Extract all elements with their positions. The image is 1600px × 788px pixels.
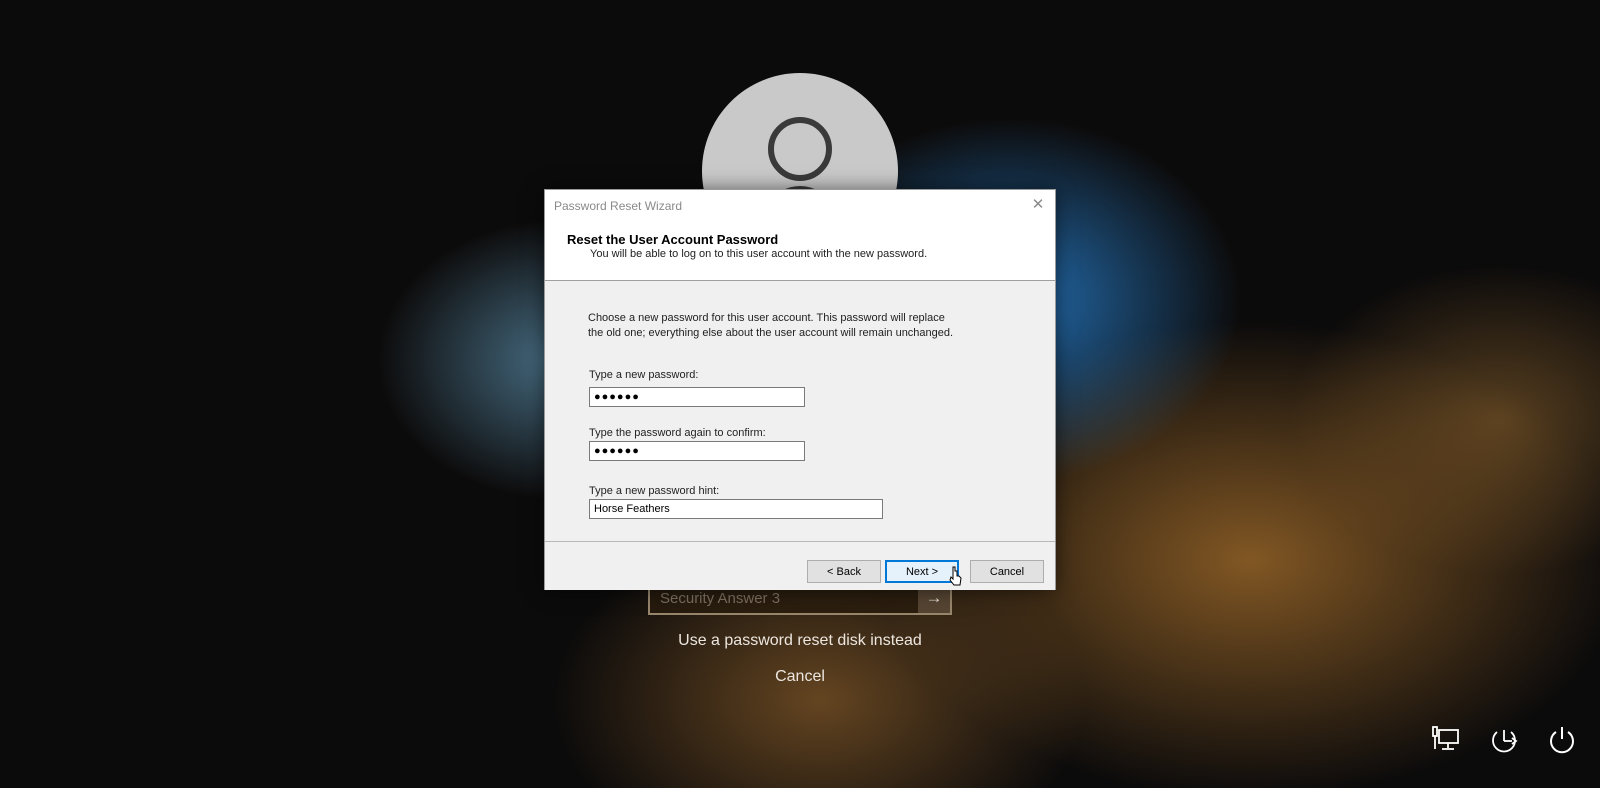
intro-line-2: the old one; everything else about the u…: [588, 327, 954, 339]
password-reset-wizard-dialog: Password Reset Wizard ✕ Reset the User A…: [544, 189, 1056, 590]
dialog-title: Password Reset Wizard: [554, 199, 683, 213]
dialog-body: Choose a new password for this user acco…: [545, 281, 1055, 539]
dialog-footer: < Back Next > Cancel: [545, 541, 1055, 590]
confirm-password-label: Type the password again to confirm:: [589, 427, 766, 439]
intro-text: Choose a new password for this user acco…: [588, 311, 988, 341]
ease-of-access-icon[interactable]: [1488, 724, 1520, 756]
power-icon[interactable]: [1546, 724, 1578, 756]
security-answer-placeholder: Security Answer 3: [660, 589, 781, 607]
new-password-label: Type a new password:: [589, 369, 699, 381]
dialog-header: Reset the User Account Password You will…: [545, 218, 1055, 281]
confirm-password-field[interactable]: ●●●●●●: [589, 441, 805, 461]
lockscreen-cancel-link[interactable]: Cancel: [0, 668, 1600, 686]
new-password-field[interactable]: ●●●●●●: [589, 387, 805, 407]
close-icon[interactable]: ✕: [1021, 190, 1055, 218]
password-hint-field[interactable]: Horse Feathers: [589, 499, 883, 519]
cancel-button[interactable]: Cancel: [970, 560, 1044, 583]
network-icon[interactable]: [1430, 724, 1462, 756]
dialog-heading: Reset the User Account Password: [567, 232, 779, 247]
system-tray: [1430, 724, 1578, 756]
mouse-cursor-icon: [949, 566, 962, 586]
back-button[interactable]: < Back: [807, 560, 881, 583]
dialog-subheading: You will be able to log on to this user …: [590, 248, 928, 260]
reset-disk-link[interactable]: Use a password reset disk instead: [0, 632, 1600, 650]
intro-line-1: Choose a new password for this user acco…: [588, 312, 945, 324]
password-hint-label: Type a new password hint:: [589, 485, 720, 497]
